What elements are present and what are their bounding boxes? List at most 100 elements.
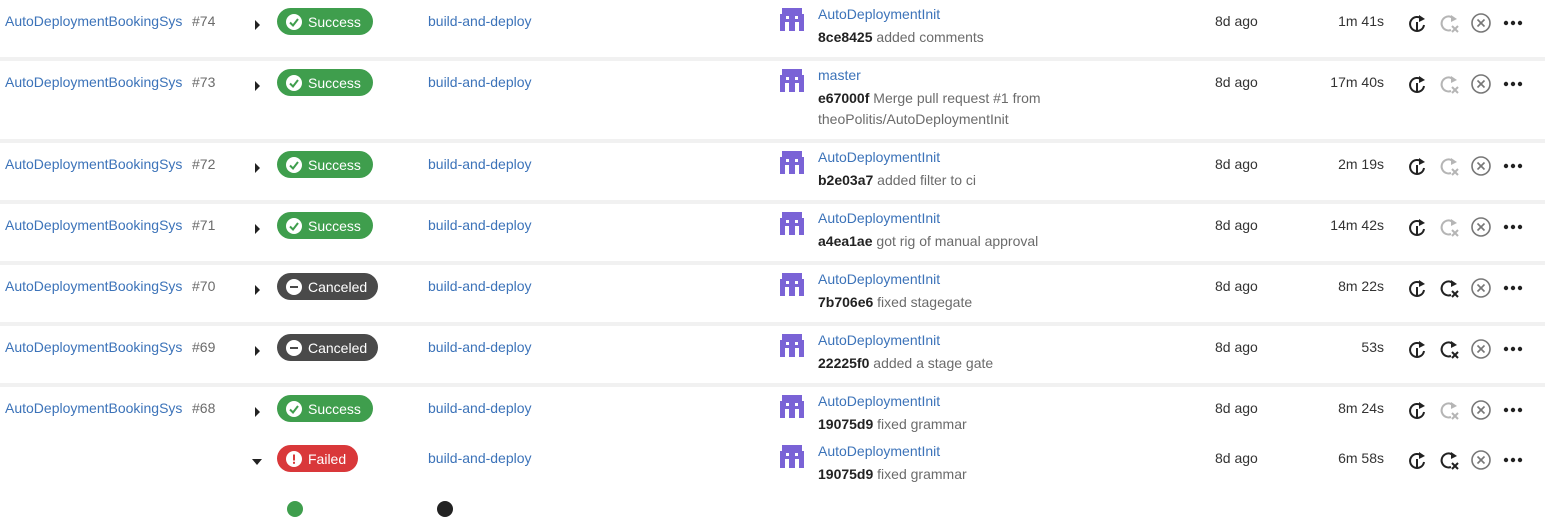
caret-down-icon[interactable] <box>252 454 262 465</box>
more-actions-icon[interactable] <box>1502 12 1524 34</box>
workflow-link[interactable]: build-and-deploy <box>428 278 532 294</box>
commit-hash[interactable]: 8ce8425 <box>818 29 873 45</box>
workflow-link[interactable]: build-and-deploy <box>428 156 532 172</box>
branch-link[interactable]: AutoDeploymentInit <box>818 210 940 226</box>
rerun-icon[interactable] <box>1406 399 1428 421</box>
more-actions-icon[interactable] <box>1502 338 1524 360</box>
more-actions-icon[interactable] <box>1502 216 1524 238</box>
pipeline-row: AutoDeploymentBookingSys #68 Success build-… <box>0 387 1545 437</box>
cancel-circle-icon[interactable] <box>1470 449 1492 471</box>
rerun-icon[interactable] <box>1406 12 1428 34</box>
rerun-failed-icon[interactable] <box>1438 449 1460 471</box>
commit-hash[interactable]: 22225f0 <box>818 355 869 371</box>
caret-right-icon[interactable] <box>252 160 262 173</box>
project-link[interactable]: AutoDeploymentBookingSys <box>5 278 182 294</box>
caret-right-icon[interactable] <box>252 404 262 417</box>
workflow-link[interactable]: build-and-deploy <box>428 13 532 29</box>
check-circle-icon <box>286 400 302 417</box>
status-badge[interactable]: Success <box>277 151 373 178</box>
cancel-circle-icon[interactable] <box>1470 399 1492 421</box>
rerun-icon[interactable] <box>1406 155 1428 177</box>
rerun-icon[interactable] <box>1406 277 1428 299</box>
branch-link[interactable]: AutoDeploymentInit <box>818 332 940 348</box>
workflow-link[interactable]: build-and-deploy <box>428 217 532 233</box>
commit-hash[interactable]: a4ea1ae <box>818 233 873 249</box>
commit-info[interactable]: 19075d9 fixed grammar <box>818 464 1078 485</box>
project-link[interactable]: AutoDeploymentBookingSys <box>5 339 182 355</box>
status-badge[interactable]: Success <box>277 212 373 239</box>
commit-info[interactable]: a4ea1ae got rig of manual approval <box>818 231 1078 252</box>
project-link[interactable]: AutoDeploymentBookingSys <box>5 156 182 172</box>
status-badge[interactable]: Success <box>277 395 373 422</box>
more-actions-icon[interactable] <box>1502 449 1524 471</box>
cancel-circle-icon[interactable] <box>1470 155 1492 177</box>
pipeline-number[interactable]: #68 <box>192 400 215 416</box>
branch-link[interactable]: master <box>818 67 861 83</box>
status-badge[interactable]: Success <box>277 69 373 96</box>
pipeline-number[interactable]: #74 <box>192 13 215 29</box>
status-label: Success <box>308 400 361 417</box>
caret-right-icon[interactable] <box>252 221 262 234</box>
commit-info[interactable]: 8ce8425 added comments <box>818 27 1078 48</box>
workflow-link[interactable]: build-and-deploy <box>428 400 532 416</box>
caret-right-icon[interactable] <box>252 343 262 356</box>
rerun-failed-icon <box>1438 216 1460 238</box>
caret-right-icon[interactable] <box>252 17 262 30</box>
commit-info[interactable]: 22225f0 added a stage gate <box>818 353 1078 374</box>
workflow-link[interactable]: build-and-deploy <box>428 74 532 90</box>
branch-link[interactable]: AutoDeploymentInit <box>818 393 940 409</box>
branch-link[interactable]: AutoDeploymentInit <box>818 271 940 287</box>
check-circle-icon <box>286 74 302 91</box>
rerun-failed-icon[interactable] <box>1438 277 1460 299</box>
rerun-icon[interactable] <box>1406 338 1428 360</box>
cancel-circle-icon[interactable] <box>1470 12 1492 34</box>
commit-hash[interactable]: 7b706e6 <box>818 294 873 310</box>
pipeline-number[interactable]: #69 <box>192 339 215 355</box>
caret-right-icon[interactable] <box>252 282 262 295</box>
rerun-icon[interactable] <box>1406 73 1428 95</box>
status-badge[interactable]: Canceled <box>277 273 378 300</box>
cancel-circle-icon[interactable] <box>1470 216 1492 238</box>
status-badge[interactable]: Failed <box>277 445 358 472</box>
commit-info[interactable]: e67000f Merge pull request #1 from theoP… <box>818 88 1078 130</box>
more-actions-icon[interactable] <box>1502 73 1524 95</box>
cancel-circle-icon[interactable] <box>1470 73 1492 95</box>
status-badge[interactable]: Success <box>277 8 373 35</box>
pixel-avatar-icon <box>779 7 805 33</box>
commit-hash[interactable]: e67000f <box>818 90 869 106</box>
project-link[interactable]: AutoDeploymentBookingSys <box>5 13 182 29</box>
status-label: Failed <box>308 450 347 467</box>
workflow-link[interactable]: build-and-deploy <box>428 450 532 466</box>
commit-hash[interactable]: b2e03a7 <box>818 172 873 188</box>
more-actions-icon[interactable] <box>1502 399 1524 421</box>
branch-link[interactable]: AutoDeploymentInit <box>818 149 940 165</box>
rerun-failed-icon[interactable] <box>1438 338 1460 360</box>
project-link[interactable]: AutoDeploymentBookingSys <box>5 74 182 90</box>
cancel-circle-icon[interactable] <box>1470 277 1492 299</box>
rerun-icon[interactable] <box>1406 216 1428 238</box>
more-actions-icon[interactable] <box>1502 277 1524 299</box>
workflow-link[interactable]: build-and-deploy <box>428 339 532 355</box>
project-link[interactable]: AutoDeploymentBookingSys <box>5 217 182 233</box>
pipeline-number[interactable]: #70 <box>192 278 215 294</box>
commit-info[interactable]: 7b706e6 fixed stagegate <box>818 292 1078 313</box>
exclamation-circle-icon <box>286 450 302 467</box>
pipeline-row: AutoDeploymentBookingSys #72 Success build-… <box>0 143 1545 204</box>
more-actions-icon[interactable] <box>1502 155 1524 177</box>
project-link[interactable]: AutoDeploymentBookingSys <box>5 400 182 416</box>
commit-info[interactable]: b2e03a7 added filter to ci <box>818 170 1078 191</box>
caret-right-icon[interactable] <box>252 78 262 91</box>
pipeline-number[interactable]: #72 <box>192 156 215 172</box>
commit-hash[interactable]: 19075d9 <box>818 416 873 432</box>
rerun-failed-icon <box>1438 399 1460 421</box>
commit-hash[interactable]: 19075d9 <box>818 466 873 482</box>
pipeline-number[interactable]: #73 <box>192 74 215 90</box>
status-label: Canceled <box>308 278 368 295</box>
status-badge[interactable]: Canceled <box>277 334 378 361</box>
branch-link[interactable]: AutoDeploymentInit <box>818 443 940 459</box>
pipeline-number[interactable]: #71 <box>192 217 215 233</box>
rerun-icon[interactable] <box>1406 449 1428 471</box>
branch-link[interactable]: AutoDeploymentInit <box>818 6 940 22</box>
commit-info[interactable]: 19075d9 fixed grammar <box>818 414 1078 435</box>
cancel-circle-icon[interactable] <box>1470 338 1492 360</box>
